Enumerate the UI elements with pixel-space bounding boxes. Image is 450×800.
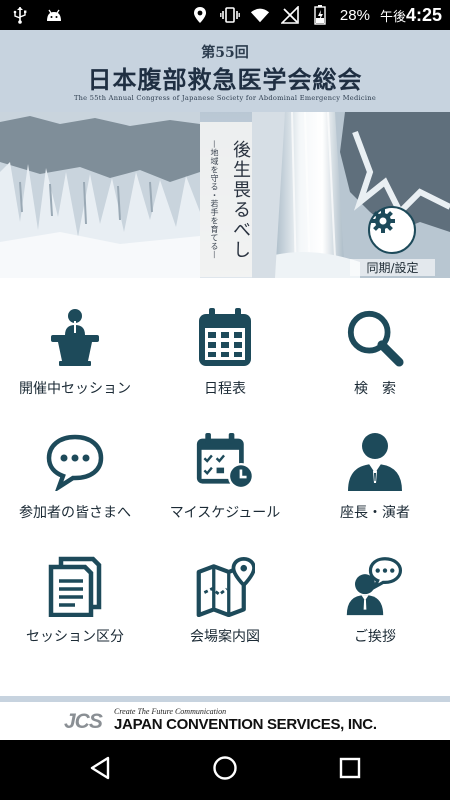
congress-header: 第55回 日本腹部救急医学会総会 The 55th Annual Congres…	[0, 30, 450, 112]
battery-icon	[310, 5, 330, 25]
menu-search[interactable]: 検 索	[300, 292, 450, 416]
menu-label: セッション区分	[26, 629, 124, 645]
back-triangle-icon	[89, 756, 111, 784]
calendar-icon	[195, 306, 255, 370]
back-button[interactable]	[86, 756, 114, 784]
jcs-logo: JCS	[64, 710, 103, 733]
menu-label: 日程表	[204, 381, 246, 397]
edition-label: 第55回	[201, 45, 249, 61]
motto-subtext: —地域を守る・若手を育てる—	[210, 140, 219, 259]
menu-for-participants[interactable]: 参加者の皆さまへ	[0, 416, 150, 540]
menu-schedule[interactable]: 日程表	[150, 292, 300, 416]
congress-subtitle: The 55th Annual Congress of Japanese Soc…	[73, 94, 377, 102]
battery-percent: 28%	[339, 6, 370, 24]
company-name: JAPAN CONVENTION SERVICES, INC.	[114, 716, 377, 733]
menu-greeting[interactable]: ご挨拶	[300, 540, 450, 664]
hero-banner: 後生畏るべし —地域を守る・若手を育てる— 同期/設定	[0, 112, 450, 278]
no-signal-icon	[280, 5, 300, 25]
menu-chairs-speakers[interactable]: 座長・演者	[300, 416, 450, 540]
home-circle-icon	[212, 755, 238, 785]
motto-panel: 後生畏るべし —地域を守る・若手を育てる—	[200, 122, 252, 277]
vibrate-icon	[220, 5, 240, 25]
menu-label: 参加者の皆さまへ	[19, 505, 131, 521]
menu-label: 開催中セッション	[19, 381, 131, 397]
menu-current-sessions[interactable]: 開催中セッション	[0, 292, 150, 416]
menu-label: ご挨拶	[354, 629, 396, 645]
sponsor-footer: JCS Create The Future Communication JAPA…	[0, 702, 450, 740]
menu-label: マイスケジュール	[169, 505, 281, 521]
time-ampm: 午後	[379, 9, 406, 25]
menu-label: 検 索	[354, 381, 396, 397]
greeting-icon	[345, 554, 405, 618]
person-icon	[345, 430, 405, 494]
recents-button[interactable]	[336, 756, 364, 784]
sync-settings-button[interactable]	[368, 206, 416, 254]
congress-title: 日本腹部救急医学会総会	[87, 65, 363, 94]
menu-venue-map[interactable]: 会場案内図	[150, 540, 300, 664]
calendar-clock-icon	[195, 430, 255, 494]
chat-bubble-icon	[45, 430, 105, 494]
status-bar: 28% 午後4:25	[0, 0, 450, 30]
menu-session-categories[interactable]: セッション区分	[0, 540, 150, 664]
menu-my-schedule[interactable]: マイスケジュール	[150, 416, 300, 540]
menu-label: 座長・演者	[340, 505, 410, 521]
map-pin-icon	[195, 554, 255, 618]
home-button[interactable]	[211, 756, 239, 784]
system-nav-bar	[0, 740, 450, 800]
menu-label: 会場案内図	[190, 629, 260, 645]
motto-text: 後生畏るべし	[230, 140, 251, 260]
clock: 4:25	[405, 4, 442, 25]
sync-settings-label: 同期/設定	[350, 259, 435, 276]
usb-icon	[10, 5, 30, 25]
podium-icon	[45, 306, 105, 370]
location-icon	[190, 5, 210, 25]
android-icon	[44, 5, 64, 25]
recents-square-icon	[339, 757, 361, 783]
search-icon	[345, 306, 405, 370]
wifi-icon	[250, 5, 270, 25]
company-tagline: Create The Future Communication	[114, 707, 227, 716]
documents-icon	[45, 554, 105, 618]
